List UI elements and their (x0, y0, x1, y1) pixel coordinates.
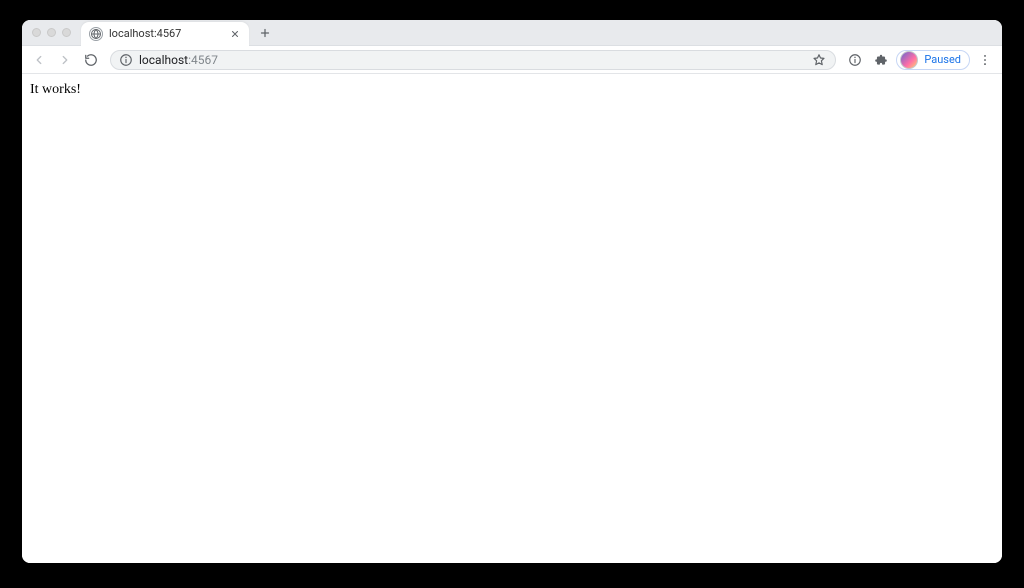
chrome-menu-button[interactable] (974, 49, 996, 71)
profile-avatar (900, 51, 918, 69)
toolbar: localhost:4567 Paused (22, 46, 1002, 74)
window-controls (32, 28, 71, 37)
url-port: :4567 (188, 53, 218, 67)
tab-title: localhost:4567 (109, 27, 223, 40)
new-tab-button[interactable] (255, 23, 275, 43)
forward-button[interactable] (54, 49, 76, 71)
tab-strip: localhost:4567 (22, 20, 1002, 46)
window-close-button[interactable] (32, 28, 41, 37)
url-text[interactable]: localhost:4567 (139, 53, 805, 67)
browser-tab[interactable]: localhost:4567 (81, 22, 249, 46)
site-info-icon[interactable] (119, 53, 133, 67)
profile-status-label: Paused (924, 53, 961, 66)
globe-icon (89, 27, 103, 41)
url-host: localhost (139, 53, 188, 67)
page-content: It works! (22, 74, 1002, 563)
back-button[interactable] (28, 49, 50, 71)
close-tab-button[interactable] (229, 28, 241, 40)
extensions-puzzle-icon[interactable] (870, 49, 892, 71)
reload-button[interactable] (80, 49, 102, 71)
address-bar[interactable]: localhost:4567 (110, 50, 836, 70)
browser-window: localhost:4567 (22, 20, 1002, 563)
window-zoom-button[interactable] (62, 28, 71, 37)
profile-paused-button[interactable]: Paused (896, 50, 970, 70)
window-minimize-button[interactable] (47, 28, 56, 37)
page-info-icon[interactable] (844, 49, 866, 71)
page-body-text: It works! (30, 82, 81, 97)
bookmark-star-icon[interactable] (811, 52, 827, 68)
